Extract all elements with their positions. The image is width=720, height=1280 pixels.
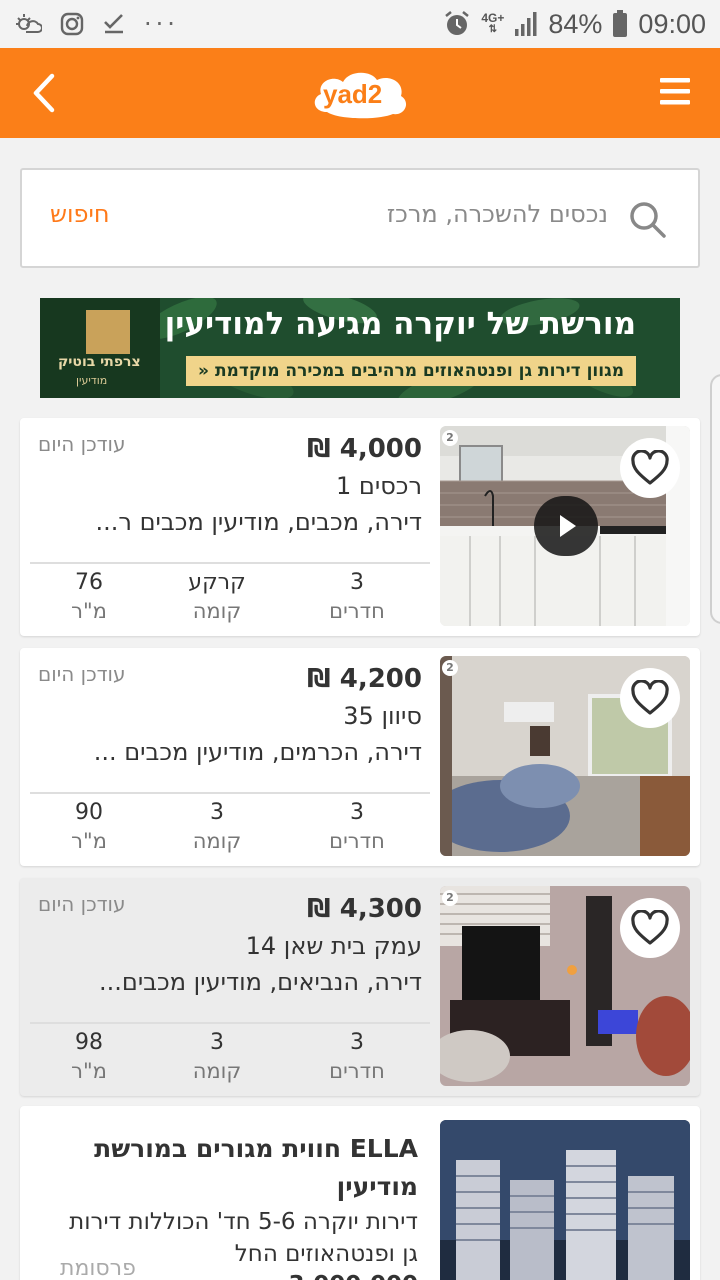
instagram-icon <box>60 12 84 36</box>
listing-street: סיוון 35 <box>343 702 422 730</box>
banner-subline: מגוון דירות גן ופנטהאוזים מרהיבים במכירה… <box>186 356 636 386</box>
card-divider <box>30 1022 430 1024</box>
floor-stat: 3 קומה <box>192 1030 242 1083</box>
checkmark-icon <box>104 14 123 34</box>
alarm-icon <box>445 11 470 35</box>
listing-area: דירה, הנביאים, מודיעין מכבים... <box>99 968 422 996</box>
size-stat: 98 מ"ר <box>71 1030 107 1083</box>
banner-brand: צרפתי בוטיק <box>58 354 141 370</box>
play-video-button[interactable] <box>534 496 598 556</box>
listing-price: 4,200 ₪ <box>307 664 422 694</box>
updated-label: עודכן היום <box>38 892 126 916</box>
rooms-stat: 3 חדרים <box>329 570 385 623</box>
listing-price: 4,300 ₪ <box>307 894 422 924</box>
buildings-render-photo <box>440 1120 690 1280</box>
battery-percent: 84% <box>548 8 603 39</box>
listing-price: 4,000 ₪ <box>307 434 422 464</box>
banner-ad[interactable]: צרפתי בוטיק מודיעין מורשת של יוקרה מגיעה… <box>40 298 680 398</box>
menu-button[interactable] <box>660 74 690 110</box>
floor-stat: קרקע קומה <box>188 570 246 623</box>
ad-title: ELLA חווית מגורים במורשת מודיעין <box>94 1134 418 1201</box>
banner-headline: מורשת של יוקרה מגיעה למודיעין <box>164 306 636 342</box>
search-input[interactable]: נכסים להשכרה, מרכז <box>387 200 608 228</box>
yad2-watermark: 2 <box>442 660 458 676</box>
listing-area: דירה, הכרמים, מודיעין מכבים ... <box>93 738 422 766</box>
yad2-logo[interactable]: yad2 <box>309 68 411 120</box>
listing-area: דירה, מכבים, מודיעין מכבים ר... <box>95 508 422 536</box>
banner-brand-logo <box>86 310 130 354</box>
side-panel-handle[interactable] <box>710 374 720 624</box>
chevron-left-icon <box>33 73 55 113</box>
card-divider <box>30 562 430 564</box>
updated-label: עודכן היום <box>38 662 126 686</box>
card-divider <box>30 792 430 794</box>
sponsored-label: פרסומת <box>60 1256 136 1280</box>
search-button[interactable]: חיפוש <box>50 200 110 228</box>
favorite-button[interactable] <box>620 668 680 728</box>
rooms-stat: 3 חדרים <box>329 1030 385 1083</box>
listing-street: עמק בית שאן 14 <box>245 932 422 960</box>
yad2-watermark: 2 <box>442 430 458 446</box>
rooms-stat: 3 חדרים <box>329 800 385 853</box>
yad2-watermark: 2 <box>442 890 458 906</box>
heart-icon <box>631 680 669 715</box>
more-dots-icon: ··· <box>144 10 179 38</box>
network-indicator: 4G+ ⇅ <box>481 11 505 35</box>
search-icon <box>630 202 666 238</box>
status-bar: ··· 4G+ ⇅ 84% 09:00 <box>0 0 720 48</box>
logo-text: yad2 <box>323 79 383 109</box>
sponsored-listing[interactable]: ELLA חווית מגורים במורשת מודיעין דירות י… <box>20 1106 700 1280</box>
updated-label: עודכן היום <box>38 432 126 456</box>
listing-card[interactable]: עודכן היום 4,000 ₪ רכסים 1 דירה, מכבים, … <box>20 418 700 636</box>
ad-photo[interactable] <box>440 1120 690 1280</box>
banner-brand-sub: מודיעין <box>76 374 108 387</box>
listing-card[interactable]: עודכן היום 4,200 ₪ סיוון 35 דירה, הכרמים… <box>20 648 700 866</box>
back-button[interactable] <box>24 68 68 118</box>
favorite-button[interactable] <box>620 438 680 498</box>
app-header: yad2 <box>0 48 720 138</box>
size-stat: 90 מ"ר <box>71 800 107 853</box>
ad-price: 3,000,000 <box>289 1272 419 1280</box>
heart-icon <box>631 450 669 485</box>
hamburger-menu-icon <box>660 78 690 105</box>
listing-photo[interactable]: 2 <box>440 656 690 856</box>
battery-icon <box>613 10 628 37</box>
signal-icon <box>515 12 537 36</box>
favorite-button[interactable] <box>620 898 680 958</box>
play-icon <box>560 515 576 537</box>
listing-street: רכסים 1 <box>335 472 422 500</box>
listing-photo[interactable]: 2 <box>440 886 690 1086</box>
heart-icon <box>631 910 669 945</box>
floor-stat: 3 קומה <box>192 800 242 853</box>
weather-icon <box>16 14 42 33</box>
listing-card[interactable]: עודכן היום 4,300 ₪ עמק בית שאן 14 דירה, … <box>20 878 700 1096</box>
size-stat: 76 מ"ר <box>71 570 107 623</box>
listing-photo[interactable]: 2 <box>440 426 690 626</box>
clock: 09:00 <box>638 8 706 39</box>
search-box[interactable]: חיפוש נכסים להשכרה, מרכז <box>20 168 700 268</box>
